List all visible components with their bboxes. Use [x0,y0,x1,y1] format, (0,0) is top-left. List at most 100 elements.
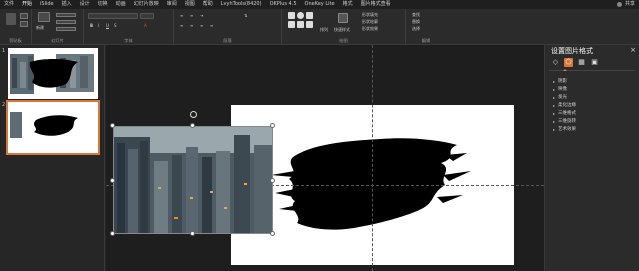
pane-section[interactable]: ▸ 三维格式 [553,110,577,117]
slide-thumbnail-panel[interactable]: 1 2 [0,45,105,271]
menu-tab[interactable]: 图片格式查看 [357,0,395,9]
quick-styles-button[interactable]: 快速样式 [334,27,350,33]
menu-tab[interactable]: 视图 [181,0,199,9]
slide-thumbnail-1[interactable] [8,48,98,99]
indent-icon[interactable]: ⇥ [200,13,203,18]
bold-icon[interactable]: B [90,23,93,28]
menu-tab[interactable]: 动画 [112,0,130,9]
menu-tab[interactable]: OneKey Lite [301,0,339,9]
menu-tab[interactable]: 审阅 [163,0,181,9]
effects-icon[interactable]: ⬠ [564,58,573,67]
pane-section[interactable]: ▸ 艺术效果 [553,126,577,133]
resize-handle-bottom[interactable] [190,231,195,236]
resize-handle-top-left[interactable] [110,123,115,128]
resize-handle-left[interactable] [110,178,115,183]
find-button[interactable]: 查找 [412,12,420,18]
pane-section[interactable]: ▸ 柔化边缘 [553,102,577,109]
ribbon-group-clipboard: 剪贴板 [0,9,32,45]
arrange-button[interactable]: 排列 [320,27,328,33]
shape-effect-button[interactable]: 形状效果 [362,26,378,32]
menu-tab[interactable]: 文件 [0,0,18,9]
cut-icon[interactable] [20,13,28,19]
numbering-icon[interactable]: ≡ [190,13,193,18]
quick-styles-icon[interactable] [338,13,348,23]
italic-icon[interactable]: I [98,23,99,28]
picture-icon[interactable]: ▣ [590,58,599,67]
resize-handle-bottom-right[interactable] [270,231,275,236]
expand-arrow-icon[interactable]: ▸ [553,79,555,84]
expand-arrow-icon[interactable]: ▸ [553,103,555,108]
shape-triangle-icon[interactable] [297,21,304,28]
resize-handle-right[interactable] [270,178,275,183]
pane-section[interactable]: ▸ 阴影 [553,78,567,85]
close-icon[interactable]: × [630,46,636,54]
new-slide-icon[interactable] [38,12,50,22]
shape-star-icon[interactable] [306,21,313,28]
pane-section[interactable]: ▸ 映像 [553,86,567,93]
menu-tab[interactable]: iSlide [36,0,58,9]
resize-handle-bottom-left[interactable] [110,231,115,236]
strikethrough-icon[interactable]: S [114,23,117,28]
city-aerial-photo[interactable] [113,126,273,234]
slide-editing-canvas[interactable] [106,45,544,271]
fill-line-icon[interactable]: ◇ [551,58,560,67]
underline-icon[interactable]: U [106,23,109,28]
rotate-handle-icon[interactable] [190,111,197,118]
shape-rectangle-icon[interactable] [288,12,295,19]
justify-icon[interactable]: ≡ [210,23,213,28]
font-name-select[interactable] [88,13,138,19]
menu-tab[interactable]: 切换 [94,0,112,9]
menu-tab[interactable]: LvyhTools(8420) [217,0,266,9]
resize-handle-top[interactable] [190,123,195,128]
ribbon-group-paragraph: ≡ ≡ ⇥ ≡ ≡ ≡ ≡ ⇅ 段落 [174,9,282,45]
group-label-clipboard: 剪贴板 [9,38,22,43]
shape-outline-button[interactable]: 形状轮廓 [362,19,378,25]
resize-handle-top-right[interactable] [270,123,275,128]
menu-tab[interactable]: 帮助 [199,0,217,9]
shape-fill-button[interactable]: 形状填充 [362,12,378,18]
pane-section[interactable]: ▸ 发光 [553,94,568,101]
expand-arrow-icon[interactable]: ▸ [553,95,555,100]
font-size-select[interactable] [140,13,154,19]
menu-tab[interactable]: 格式 [339,0,357,9]
shape-oval-icon[interactable] [297,12,304,19]
pane-section-label: 发光 [558,95,568,100]
menu-tab[interactable]: 插入 [58,0,76,9]
menu-tab[interactable]: OKPlus 4.5 [266,0,301,9]
slide-2-preview [8,102,98,153]
pane-section-label: 艺术效果 [558,127,577,132]
align-center-icon[interactable]: ≡ [190,23,193,28]
text-direction-icon[interactable]: ⇅ [244,13,247,18]
expand-arrow-icon[interactable]: ▸ [553,87,555,92]
share-label[interactable]: 共享 [625,0,635,9]
user-area[interactable]: 共享 [616,0,635,9]
expand-arrow-icon[interactable]: ▸ [553,119,555,124]
new-slide-button[interactable]: 新建 [36,25,44,31]
replace-button[interactable]: 替换 [412,19,420,25]
pane-section[interactable]: ▸ 三维旋转 [553,118,576,125]
pane-section-label: 柔化边缘 [558,103,577,108]
pane-section-label: 三维格式 [558,111,577,116]
paste-icon[interactable] [6,13,16,25]
slide-thumbnail-2[interactable] [6,100,100,155]
expand-arrow-icon[interactable]: ▸ [553,111,555,116]
expand-arrow-icon[interactable]: ▸ [553,127,555,132]
avatar[interactable] [616,2,622,7]
group-label-drawing: 绘图 [339,38,348,43]
menu-tab[interactable]: 幻灯片放映 [130,0,163,9]
copy-icon[interactable] [20,21,28,27]
shape-line-icon[interactable] [306,12,313,19]
select-button[interactable]: 选择 [412,26,420,32]
ribbon-group-font: B I U S A 字体 [84,9,174,45]
menu-tab[interactable]: 设计 [76,0,94,9]
align-right-icon[interactable]: ≡ [200,23,203,28]
pane-title: 设置图片格式 [551,47,593,55]
bullets-icon[interactable]: ≡ [180,13,183,18]
size-properties-icon[interactable]: ▦ [577,58,586,67]
reset-button[interactable] [56,20,76,24]
align-left-icon[interactable]: ≡ [180,23,183,28]
layout-button[interactable] [56,13,76,17]
section-button[interactable] [56,27,76,31]
shape-arrow-icon[interactable] [288,21,295,28]
font-color-icon[interactable]: A [144,23,147,28]
